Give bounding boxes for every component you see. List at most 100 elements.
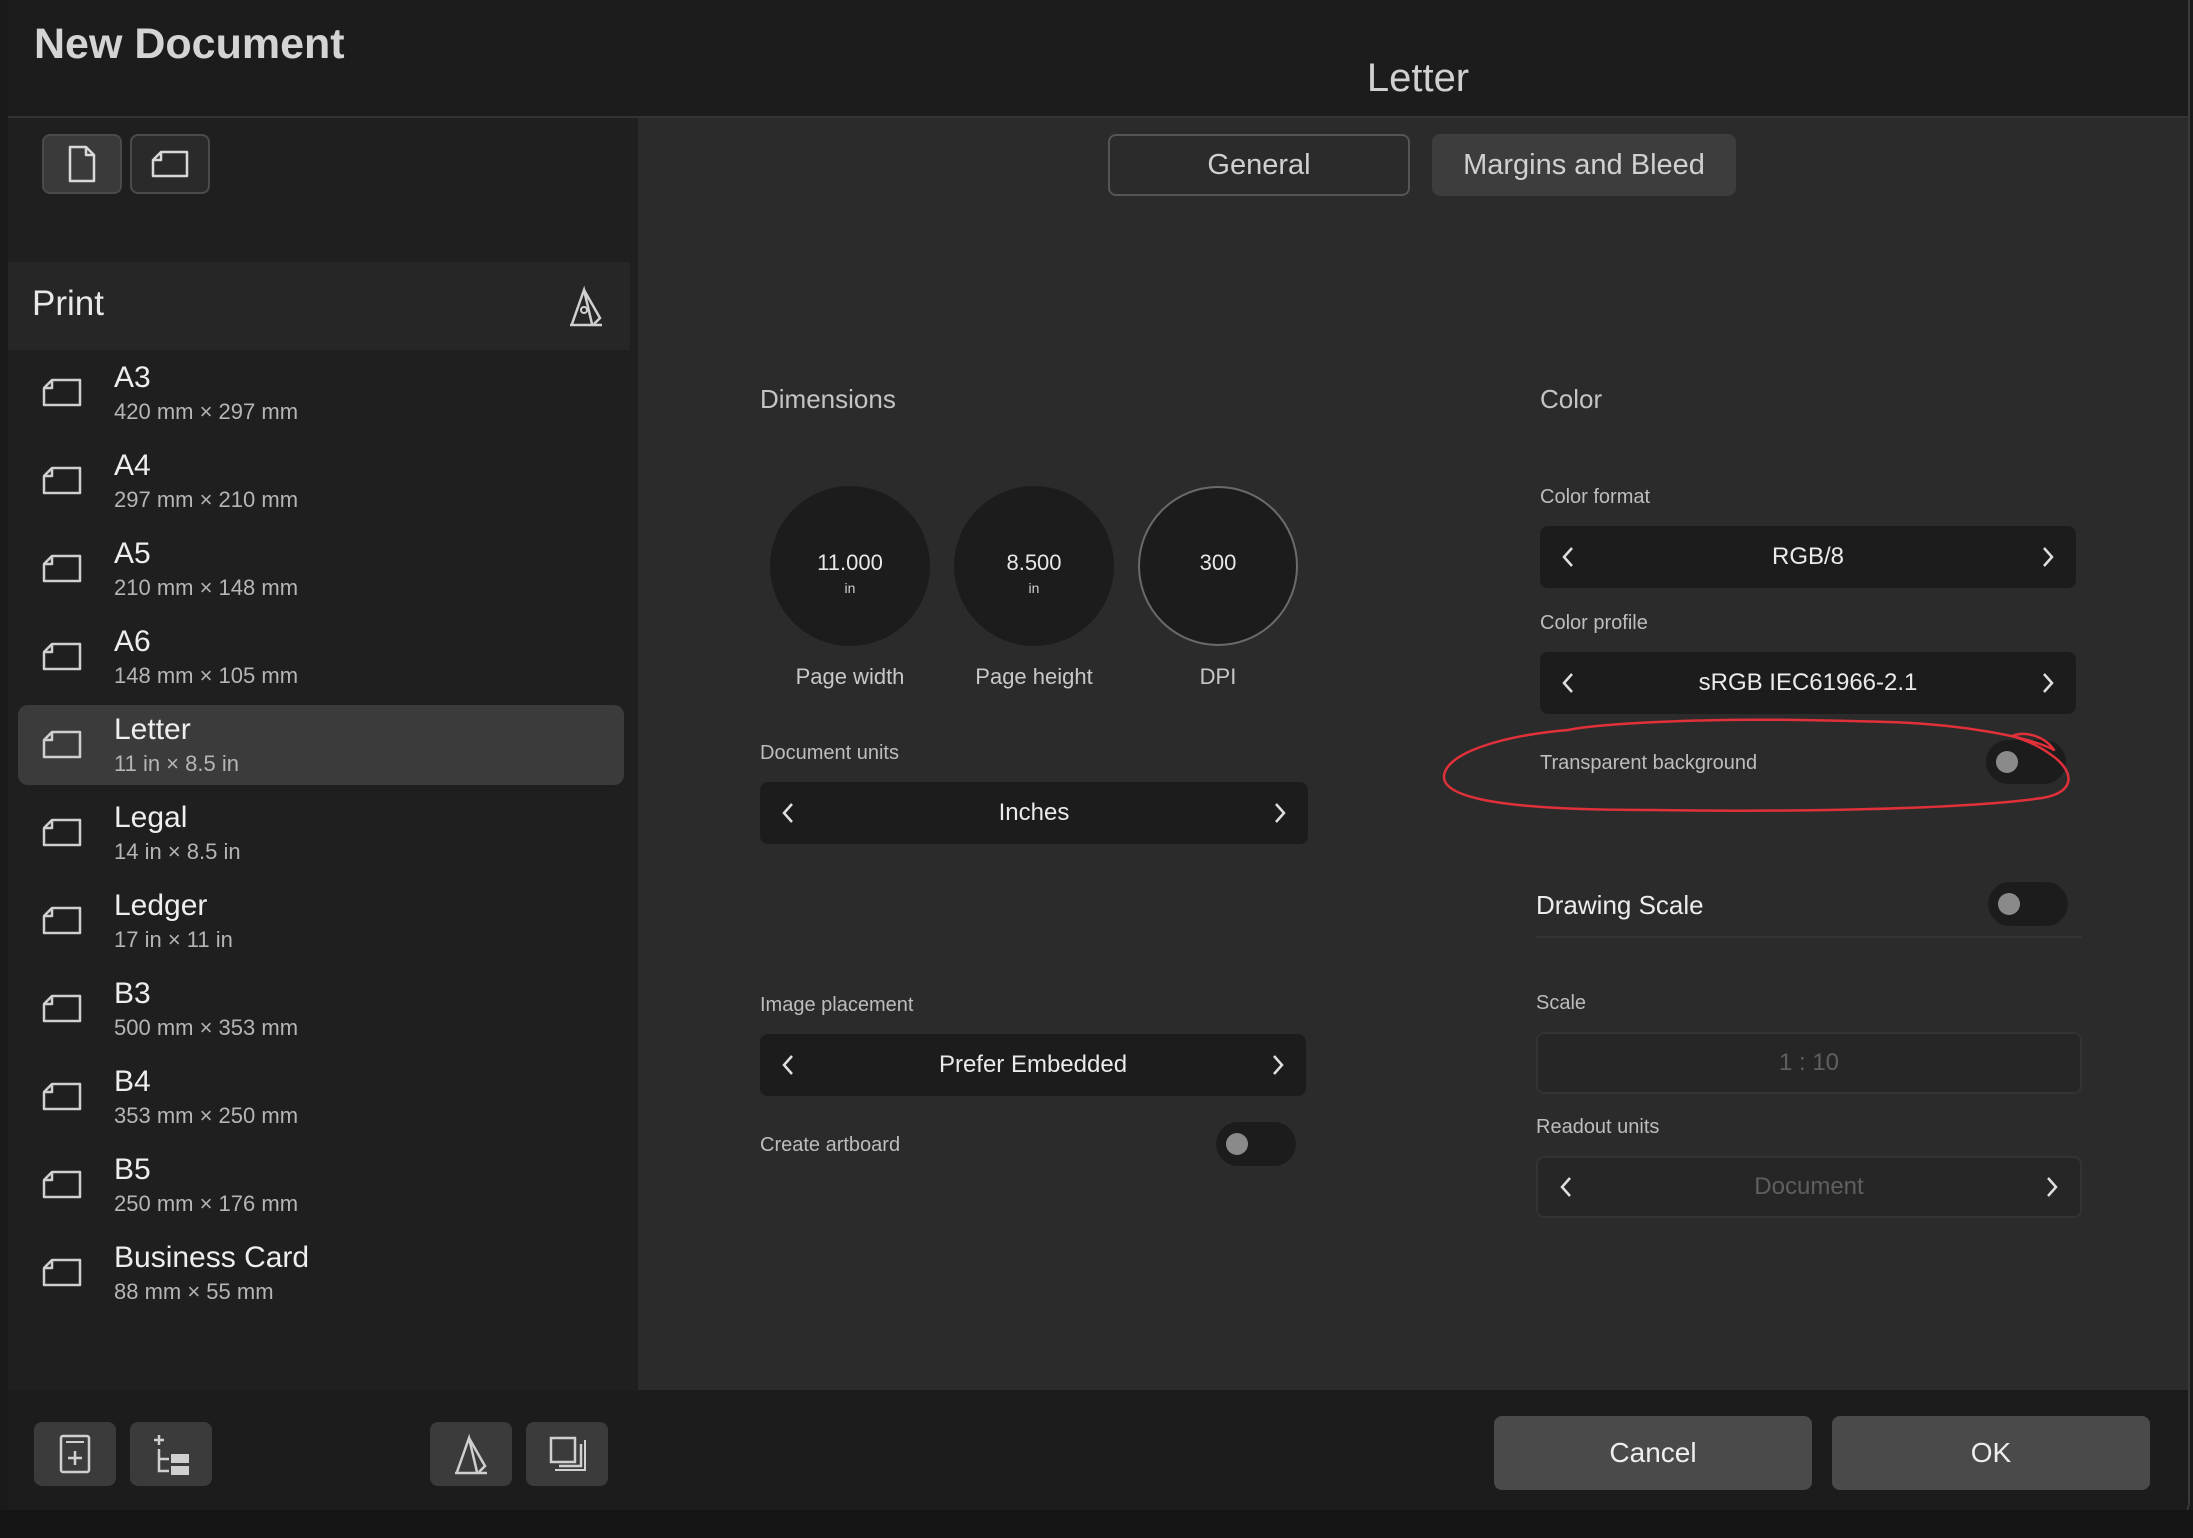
dpi-value: 300 — [1199, 550, 1237, 575]
color-format-stepper[interactable]: RGB/8 — [1540, 526, 2076, 588]
readout-units-stepper[interactable]: Document — [1536, 1156, 2082, 1218]
preset-name: B4 — [114, 1065, 151, 1098]
duplicate-icon — [549, 1436, 586, 1471]
page-height-dial[interactable]: 8.500 in — [954, 486, 1114, 646]
toggle-knob — [1998, 893, 2020, 915]
preset-size: 353 mm × 250 mm — [114, 1103, 299, 1128]
cancel-button[interactable]: Cancel — [1494, 1416, 1812, 1490]
new-page-icon — [59, 1434, 91, 1474]
dialog-title: New Document — [34, 20, 345, 68]
chevron-right-icon[interactable] — [2034, 543, 2062, 571]
scale-label: Scale — [1536, 992, 1587, 1014]
preset-item[interactable]: B4 353 mm × 250 mm — [18, 1057, 624, 1137]
preset-size: 14 in × 8.5 in — [114, 839, 241, 864]
preset-name: Business Card — [114, 1241, 310, 1274]
chevron-right-icon[interactable] — [2034, 669, 2062, 697]
landscape-page-icon — [151, 150, 189, 178]
preset-item[interactable]: Business Card 88 mm × 55 mm — [18, 1233, 624, 1313]
preset-size: 250 mm × 176 mm — [114, 1191, 299, 1216]
page-width-label: Page width — [795, 664, 905, 689]
drawing-scale-toggle[interactable] — [1988, 882, 2068, 926]
image-placement-label: Image placement — [760, 994, 914, 1016]
tab-margins-and-bleed[interactable]: Margins and Bleed — [1432, 134, 1736, 196]
color-format-label: Color format — [1540, 486, 1651, 508]
readout-units-value: Document — [1754, 1173, 1864, 1200]
duplicate-preset-button[interactable] — [526, 1422, 608, 1486]
preset-size: 11 in × 8.5 in — [114, 751, 239, 776]
pen-tool-icon — [455, 1433, 487, 1475]
chevron-right-icon[interactable] — [1266, 799, 1294, 827]
scale-input[interactable]: 1 : 10 — [1536, 1032, 2082, 1094]
landscape-page-icon — [42, 1258, 82, 1287]
preset-size: 210 mm × 148 mm — [114, 575, 299, 600]
preset-name: A4 — [114, 449, 151, 482]
preset-name: Ledger — [114, 889, 208, 922]
pen-tool-icon[interactable] — [566, 284, 606, 328]
chevron-right-icon[interactable] — [2038, 1173, 2066, 1201]
preset-size: 148 mm × 105 mm — [114, 663, 299, 688]
preset-name: Letter — [114, 713, 191, 746]
preset-item[interactable]: Ledger 17 in × 11 in — [18, 881, 624, 961]
preset-size: 17 in × 11 in — [114, 927, 233, 952]
create-artboard-toggle[interactable] — [1216, 1122, 1296, 1166]
preset-item[interactable]: Legal 14 in × 8.5 in — [18, 793, 624, 873]
add-layer-icon — [154, 1435, 189, 1475]
landscape-page-icon — [42, 994, 82, 1023]
preset-item[interactable]: A5 210 mm × 148 mm — [18, 529, 624, 609]
preset-name: A6 — [114, 625, 151, 658]
ok-button[interactable]: OK — [1832, 1416, 2150, 1490]
page-width-unit: in — [844, 580, 856, 596]
readout-units-label: Readout units — [1536, 1116, 1660, 1138]
image-placement-value: Prefer Embedded — [938, 1051, 1128, 1078]
page-width-dial[interactable]: 11.000 in — [770, 486, 930, 646]
preset-name: B5 — [114, 1153, 151, 1186]
page-height-label: Page height — [975, 664, 1093, 689]
landscape-page-icon — [42, 730, 82, 759]
document-units-value: Inches — [998, 799, 1070, 826]
preset-item[interactable]: B5 250 mm × 176 mm — [18, 1145, 624, 1225]
color-heading: Color — [1540, 384, 1603, 414]
preset-item-selected[interactable]: Letter 11 in × 8.5 in — [18, 705, 624, 785]
portrait-button[interactable] — [42, 134, 122, 194]
color-profile-stepper[interactable]: sRGB IEC61966-2.1 — [1540, 652, 2076, 714]
chevron-right-icon[interactable] — [1264, 1051, 1292, 1079]
selected-preset-name: Letter — [1366, 56, 1470, 100]
title-bar: New Document Letter — [8, 0, 2188, 118]
preset-size: 500 mm × 353 mm — [114, 1015, 299, 1040]
preset-item[interactable]: A6 148 mm × 105 mm — [18, 617, 624, 697]
preset-name: A5 — [114, 537, 151, 570]
preset-item[interactable]: A3 420 mm × 297 mm — [18, 353, 624, 433]
chevron-left-icon[interactable] — [1552, 1173, 1580, 1201]
category-header[interactable]: Print — [8, 262, 630, 350]
chevron-left-icon[interactable] — [774, 1051, 802, 1079]
preset-size: 88 mm × 55 mm — [114, 1279, 274, 1304]
document-units-stepper[interactable]: Inches — [760, 782, 1308, 844]
chevron-left-icon[interactable] — [1554, 543, 1582, 571]
divider — [1536, 936, 2082, 938]
new-document-dialog: New Document Letter Print A3 420 mm × 29… — [8, 0, 2190, 1527]
landscape-page-icon — [42, 554, 82, 583]
landscape-page-icon — [42, 818, 82, 847]
dpi-dial[interactable]: 300 — [1138, 486, 1298, 646]
new-preset-button[interactable] — [34, 1422, 116, 1486]
edit-preset-button[interactable] — [430, 1422, 512, 1486]
tab-general[interactable]: General — [1108, 134, 1410, 196]
preset-name: B3 — [114, 977, 151, 1010]
chevron-left-icon[interactable] — [1554, 669, 1582, 697]
preset-name: A3 — [114, 361, 151, 394]
landscape-button[interactable] — [130, 134, 210, 194]
landscape-page-icon — [42, 642, 82, 671]
chevron-left-icon[interactable] — [774, 799, 802, 827]
landscape-page-icon — [42, 1170, 82, 1199]
preset-item[interactable]: A4 297 mm × 210 mm — [18, 441, 624, 521]
page-height-unit: in — [1028, 580, 1040, 596]
page-width-value: 11.000 — [817, 550, 883, 575]
preset-item[interactable]: B3 500 mm × 353 mm — [18, 969, 624, 1049]
portrait-page-icon — [68, 145, 96, 183]
preset-size: 420 mm × 297 mm — [114, 399, 299, 424]
add-category-button[interactable] — [130, 1422, 212, 1486]
dpi-label: DPI — [1199, 664, 1237, 689]
landscape-page-icon — [42, 906, 82, 935]
image-placement-stepper[interactable]: Prefer Embedded — [760, 1034, 1306, 1096]
create-artboard-label: Create artboard — [760, 1134, 901, 1156]
